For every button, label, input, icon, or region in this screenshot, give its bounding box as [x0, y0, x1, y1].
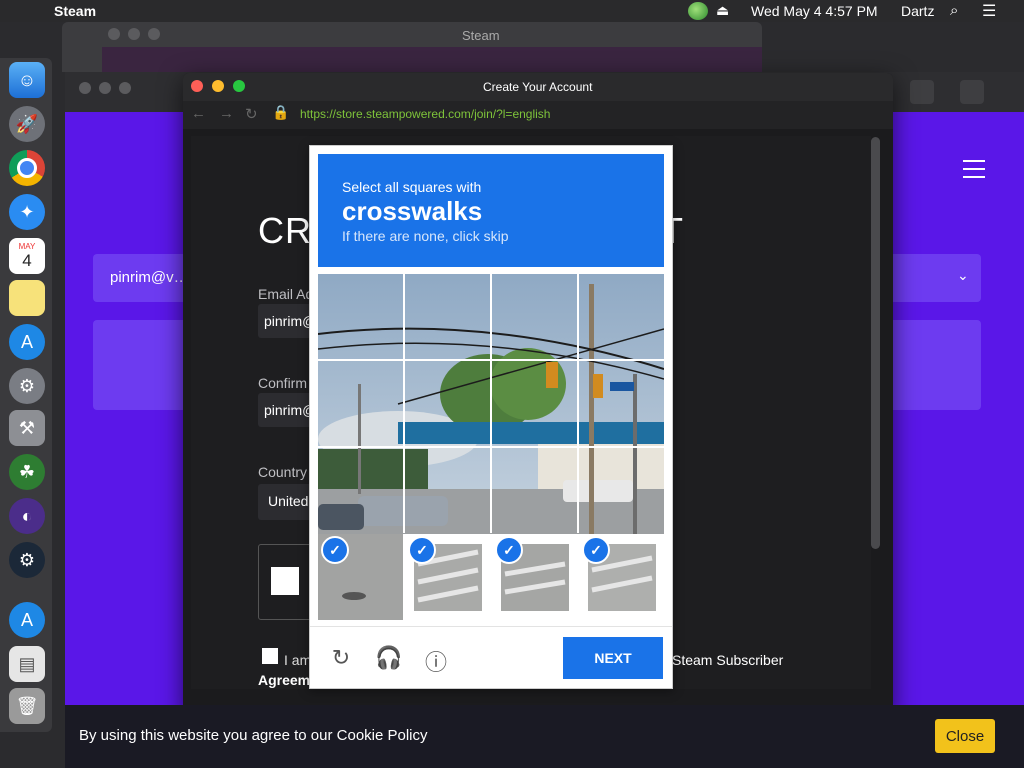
reload-challenge-icon[interactable]: ↻: [328, 645, 354, 671]
calendar-month: MAY: [18, 241, 36, 251]
scrollbar[interactable]: [871, 137, 880, 549]
recaptcha-challenge: Select all squares with crosswalks If th…: [309, 145, 673, 689]
dialog-title: Create Your Account: [483, 80, 593, 94]
captcha-tile[interactable]: [579, 448, 664, 533]
window-title: Steam: [462, 28, 500, 43]
automator-icon[interactable]: ⚒: [9, 410, 45, 446]
dialog-minimize-button[interactable]: [212, 80, 224, 92]
calendar-day: 4: [22, 250, 32, 270]
lock-icon: 🔒: [272, 104, 290, 120]
finder-icon[interactable]: ☺: [9, 62, 45, 98]
browser-close-button[interactable]: [79, 82, 91, 94]
recaptcha-checkbox[interactable]: [271, 567, 299, 595]
menubar-clock[interactable]: Wed May 4 4:57 PM: [751, 3, 878, 19]
age-checkbox[interactable]: [262, 648, 278, 664]
browser-zoom-button[interactable]: [119, 82, 131, 94]
captcha-tile[interactable]: [405, 274, 492, 361]
cookie-text: By using this website you agree to our C…: [79, 727, 428, 744]
tile-check-icon: ✓: [495, 536, 523, 564]
clover-icon[interactable]: ☘: [9, 454, 45, 490]
challenge-hint: If there are none, click skip: [342, 228, 509, 244]
calendar-icon[interactable]: MAY 4: [9, 238, 45, 274]
audio-challenge-icon[interactable]: 🎧: [375, 645, 402, 671]
menubar-user[interactable]: Dartz: [901, 3, 934, 19]
agreement-label[interactable]: Agreem: [258, 672, 310, 688]
age-label: I am: [284, 652, 312, 668]
page-url[interactable]: https://store.steampowered.com/join/?l=e…: [300, 107, 550, 121]
dialog-zoom-button[interactable]: [233, 80, 245, 92]
account-email-value: pinrim@v…: [110, 269, 189, 286]
captcha-tile[interactable]: [318, 361, 405, 448]
app-menu-steam[interactable]: Steam: [54, 3, 96, 19]
window-content-strip: [102, 47, 762, 72]
captcha-tile[interactable]: [318, 274, 405, 361]
file-icon[interactable]: ▤: [9, 646, 45, 682]
back-arrow-icon[interactable]: ←: [191, 105, 206, 122]
chrome-icon[interactable]: [9, 150, 45, 186]
challenge-grid: ✓ ✓ ✓ ✓: [318, 274, 664, 620]
system-preferences-icon[interactable]: ⚙: [9, 368, 45, 404]
subscriber-label: Steam Subscriber: [672, 652, 784, 668]
app-store-icon[interactable]: A: [9, 324, 45, 360]
captcha-tile[interactable]: [492, 274, 579, 361]
launchpad-icon[interactable]: 🚀: [9, 106, 45, 142]
country-value: United: [268, 493, 309, 509]
window-close-button[interactable]: [108, 28, 120, 40]
email-label: Email Ad: [258, 286, 314, 302]
captcha-tile[interactable]: [579, 361, 664, 448]
hamburger-menu-icon[interactable]: [963, 160, 985, 184]
safari-icon[interactable]: ✦: [9, 194, 45, 230]
notification-center-icon[interactable]: ☰: [982, 1, 996, 21]
eject-icon[interactable]: ⏏: [716, 2, 729, 19]
captcha-tile[interactable]: [405, 448, 492, 533]
browser-minimize-button[interactable]: [99, 82, 111, 94]
menu-bar: Steam ⏏ Wed May 4 4:57 PM Dartz ⌕ ☰: [0, 0, 1024, 22]
captcha-tile[interactable]: [579, 274, 664, 361]
challenge-instruction: Select all squares with: [342, 179, 482, 195]
tile-check-icon: ✓: [408, 536, 436, 564]
browser-icon[interactable]: ◐: [9, 498, 45, 534]
country-label: Country: [258, 464, 308, 480]
captcha-tile[interactable]: [405, 361, 492, 448]
dialog-url-bar: ← → ↻ 🔒 https://store.steampowered.com/j…: [183, 101, 893, 129]
cookie-close-button[interactable]: Close: [935, 719, 995, 753]
spotlight-search-icon[interactable]: ⌕: [950, 2, 958, 19]
dialog-titlebar: Create Your Account: [183, 73, 893, 101]
notes-icon[interactable]: [9, 280, 45, 316]
tabs-icon[interactable]: [960, 80, 984, 104]
steam-main-window: Steam: [62, 22, 762, 72]
share-icon[interactable]: [910, 80, 934, 104]
app-store-icon-2[interactable]: A: [9, 602, 45, 638]
challenge-footer: ↻ 🎧 ⓘ NEXT: [310, 626, 672, 689]
steam-icon[interactable]: ⚙: [9, 542, 45, 578]
window-minimize-button[interactable]: [128, 28, 140, 40]
info-icon[interactable]: ⓘ: [423, 645, 449, 675]
captcha-tile[interactable]: [318, 448, 405, 533]
cookie-banner: By using this website you agree to our C…: [65, 705, 1024, 768]
reload-icon[interactable]: ↻: [245, 105, 258, 123]
dock: ☺ 🚀 ✦ MAY 4 A ⚙ ⚒ ☘ ◐ ⚙ A ▤ 🗑: [0, 58, 52, 732]
captcha-tile[interactable]: [492, 448, 579, 533]
captcha-tile[interactable]: [492, 361, 579, 448]
next-button[interactable]: NEXT: [563, 637, 663, 679]
chevron-down-icon: ⌄: [957, 267, 969, 283]
trash-icon[interactable]: 🗑: [9, 688, 45, 724]
tile-check-icon: ✓: [321, 536, 349, 564]
status-icon[interactable]: [688, 2, 708, 20]
tile-check-icon: ✓: [582, 536, 610, 564]
forward-arrow-icon[interactable]: →: [219, 105, 234, 122]
confirm-email-label: Confirm: [258, 375, 308, 391]
challenge-header: Select all squares with crosswalks If th…: [318, 154, 664, 267]
window-zoom-button[interactable]: [148, 28, 160, 40]
dialog-close-button[interactable]: [191, 80, 203, 92]
challenge-target: crosswalks: [342, 196, 483, 226]
